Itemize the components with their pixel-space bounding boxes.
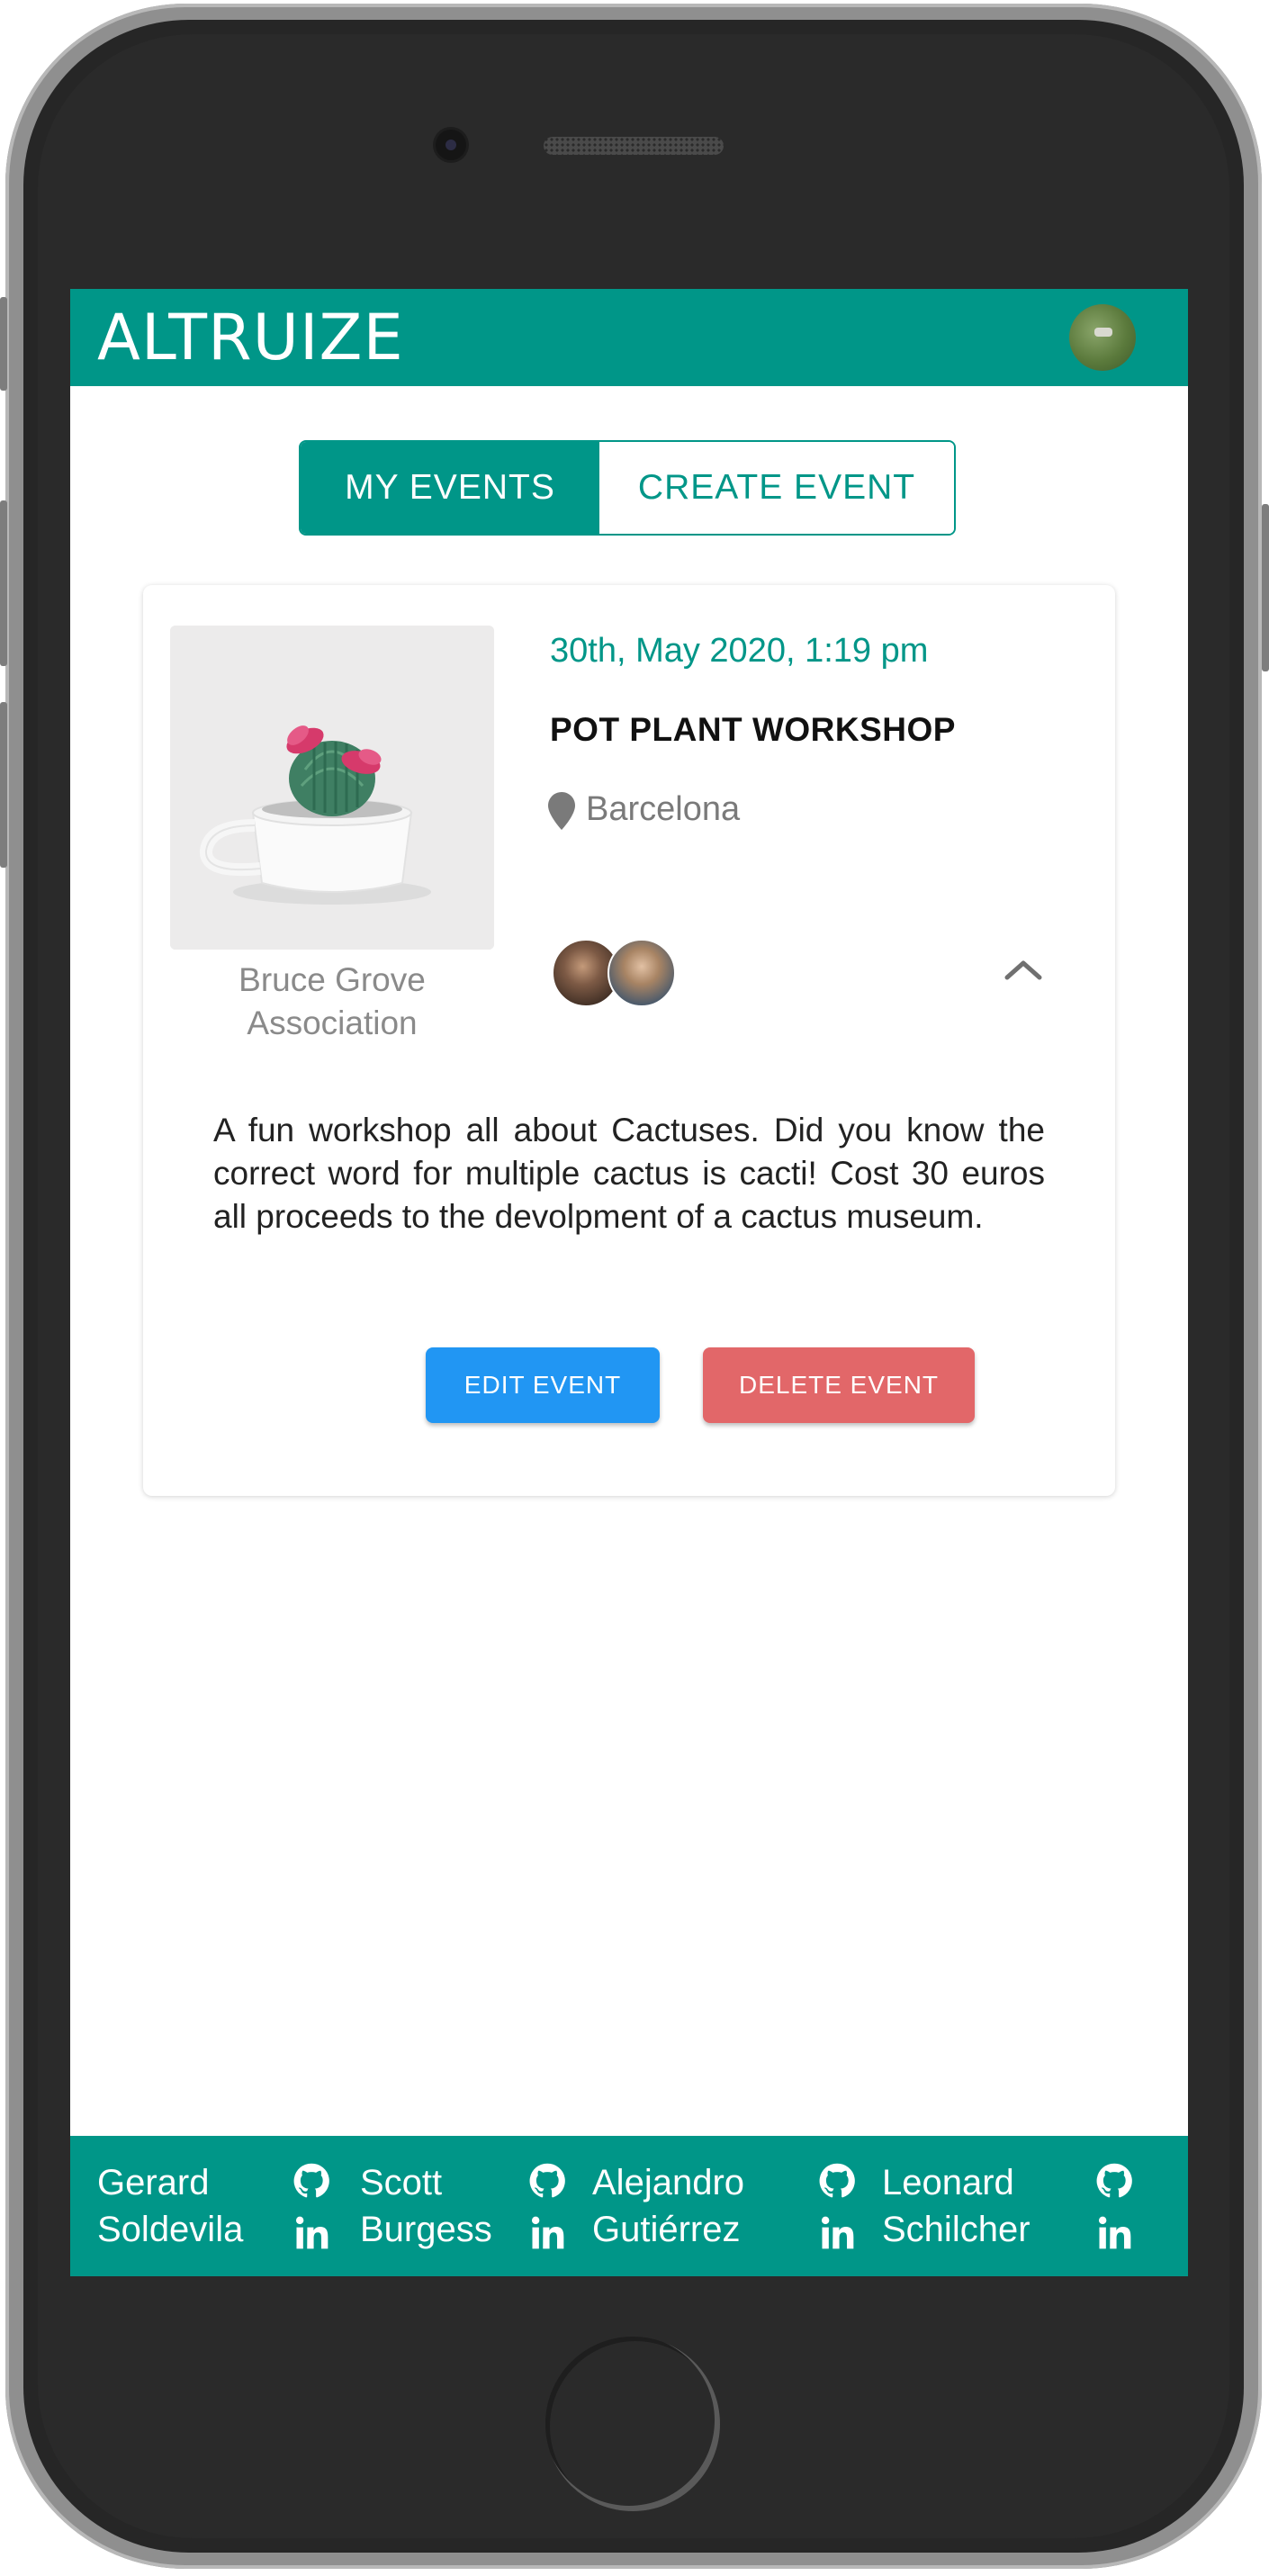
attendee-avatar[interactable] (608, 939, 676, 1007)
event-card: Bruce Grove Association 30th, May 2020, … (143, 585, 1115, 1496)
phone-power-button (1262, 504, 1269, 671)
footer-member: Alejandro Gutiérrez (592, 2159, 744, 2253)
github-icon[interactable] (1094, 2161, 1134, 2201)
footer-member: Scott Burgess (360, 2159, 492, 2253)
organizer-name: Bruce Grove Association (238, 961, 426, 1041)
linkedin-icon[interactable] (817, 2213, 857, 2253)
member-links (527, 2161, 567, 2255)
phone-volume-up (0, 500, 7, 666)
app-screen: ALTRUIZE MY EVENTS CREATE EVENT Bruce Gr… (70, 289, 1188, 2276)
event-title: POT PLANT WORKSHOP (550, 711, 956, 748)
phone-home-button[interactable] (545, 2337, 720, 2511)
footer: Gerard Soldevila Scott Burgess Alejandro… (70, 2136, 1188, 2276)
member-last-name: Gutiérrez (592, 2210, 741, 2249)
github-icon[interactable] (292, 2161, 331, 2201)
phone-speaker (544, 137, 724, 155)
user-avatar[interactable] (1069, 304, 1136, 371)
member-links (292, 2161, 331, 2255)
event-date: 30th, May 2020, 1:19 pm (550, 632, 929, 670)
footer-member: Leonard Schilcher (882, 2159, 1030, 2253)
footer-member: Gerard Soldevila (97, 2159, 243, 2253)
map-marker-icon (548, 792, 575, 830)
edit-event-button[interactable]: EDIT EVENT (426, 1347, 660, 1423)
app-bar: ALTRUIZE (70, 289, 1188, 386)
tab-create-event[interactable]: CREATE EVENT (599, 442, 954, 534)
linkedin-icon[interactable] (527, 2213, 567, 2253)
member-first-name: Scott (360, 2163, 443, 2202)
member-last-name: Schilcher (882, 2210, 1030, 2249)
member-links (817, 2161, 857, 2255)
github-icon[interactable] (817, 2161, 857, 2201)
linkedin-icon[interactable] (292, 2213, 331, 2253)
event-image (170, 626, 494, 950)
phone-camera (436, 130, 466, 160)
event-tabs: MY EVENTS CREATE EVENT (299, 440, 956, 536)
cactus-cup-image (170, 626, 494, 950)
chevron-up-icon[interactable] (1004, 956, 1043, 983)
app-title[interactable]: ALTRUIZE (97, 300, 404, 375)
github-icon[interactable] (527, 2161, 567, 2201)
delete-event-button[interactable]: DELETE EVENT (703, 1347, 975, 1423)
member-first-name: Leonard (882, 2163, 1014, 2202)
linkedin-icon[interactable] (1094, 2213, 1134, 2253)
member-links (1094, 2161, 1134, 2255)
phone-volume-down (0, 702, 7, 868)
event-location: Barcelona (586, 790, 741, 828)
member-first-name: Alejandro (592, 2163, 745, 2202)
tab-my-events[interactable]: MY EVENTS (301, 442, 599, 534)
phone-mute-switch (0, 297, 7, 391)
member-first-name: Gerard (97, 2163, 210, 2202)
member-last-name: Soldevila (97, 2210, 244, 2249)
event-description: A fun workshop all about Cactuses. Did y… (213, 1112, 1045, 1235)
member-last-name: Burgess (360, 2210, 492, 2249)
